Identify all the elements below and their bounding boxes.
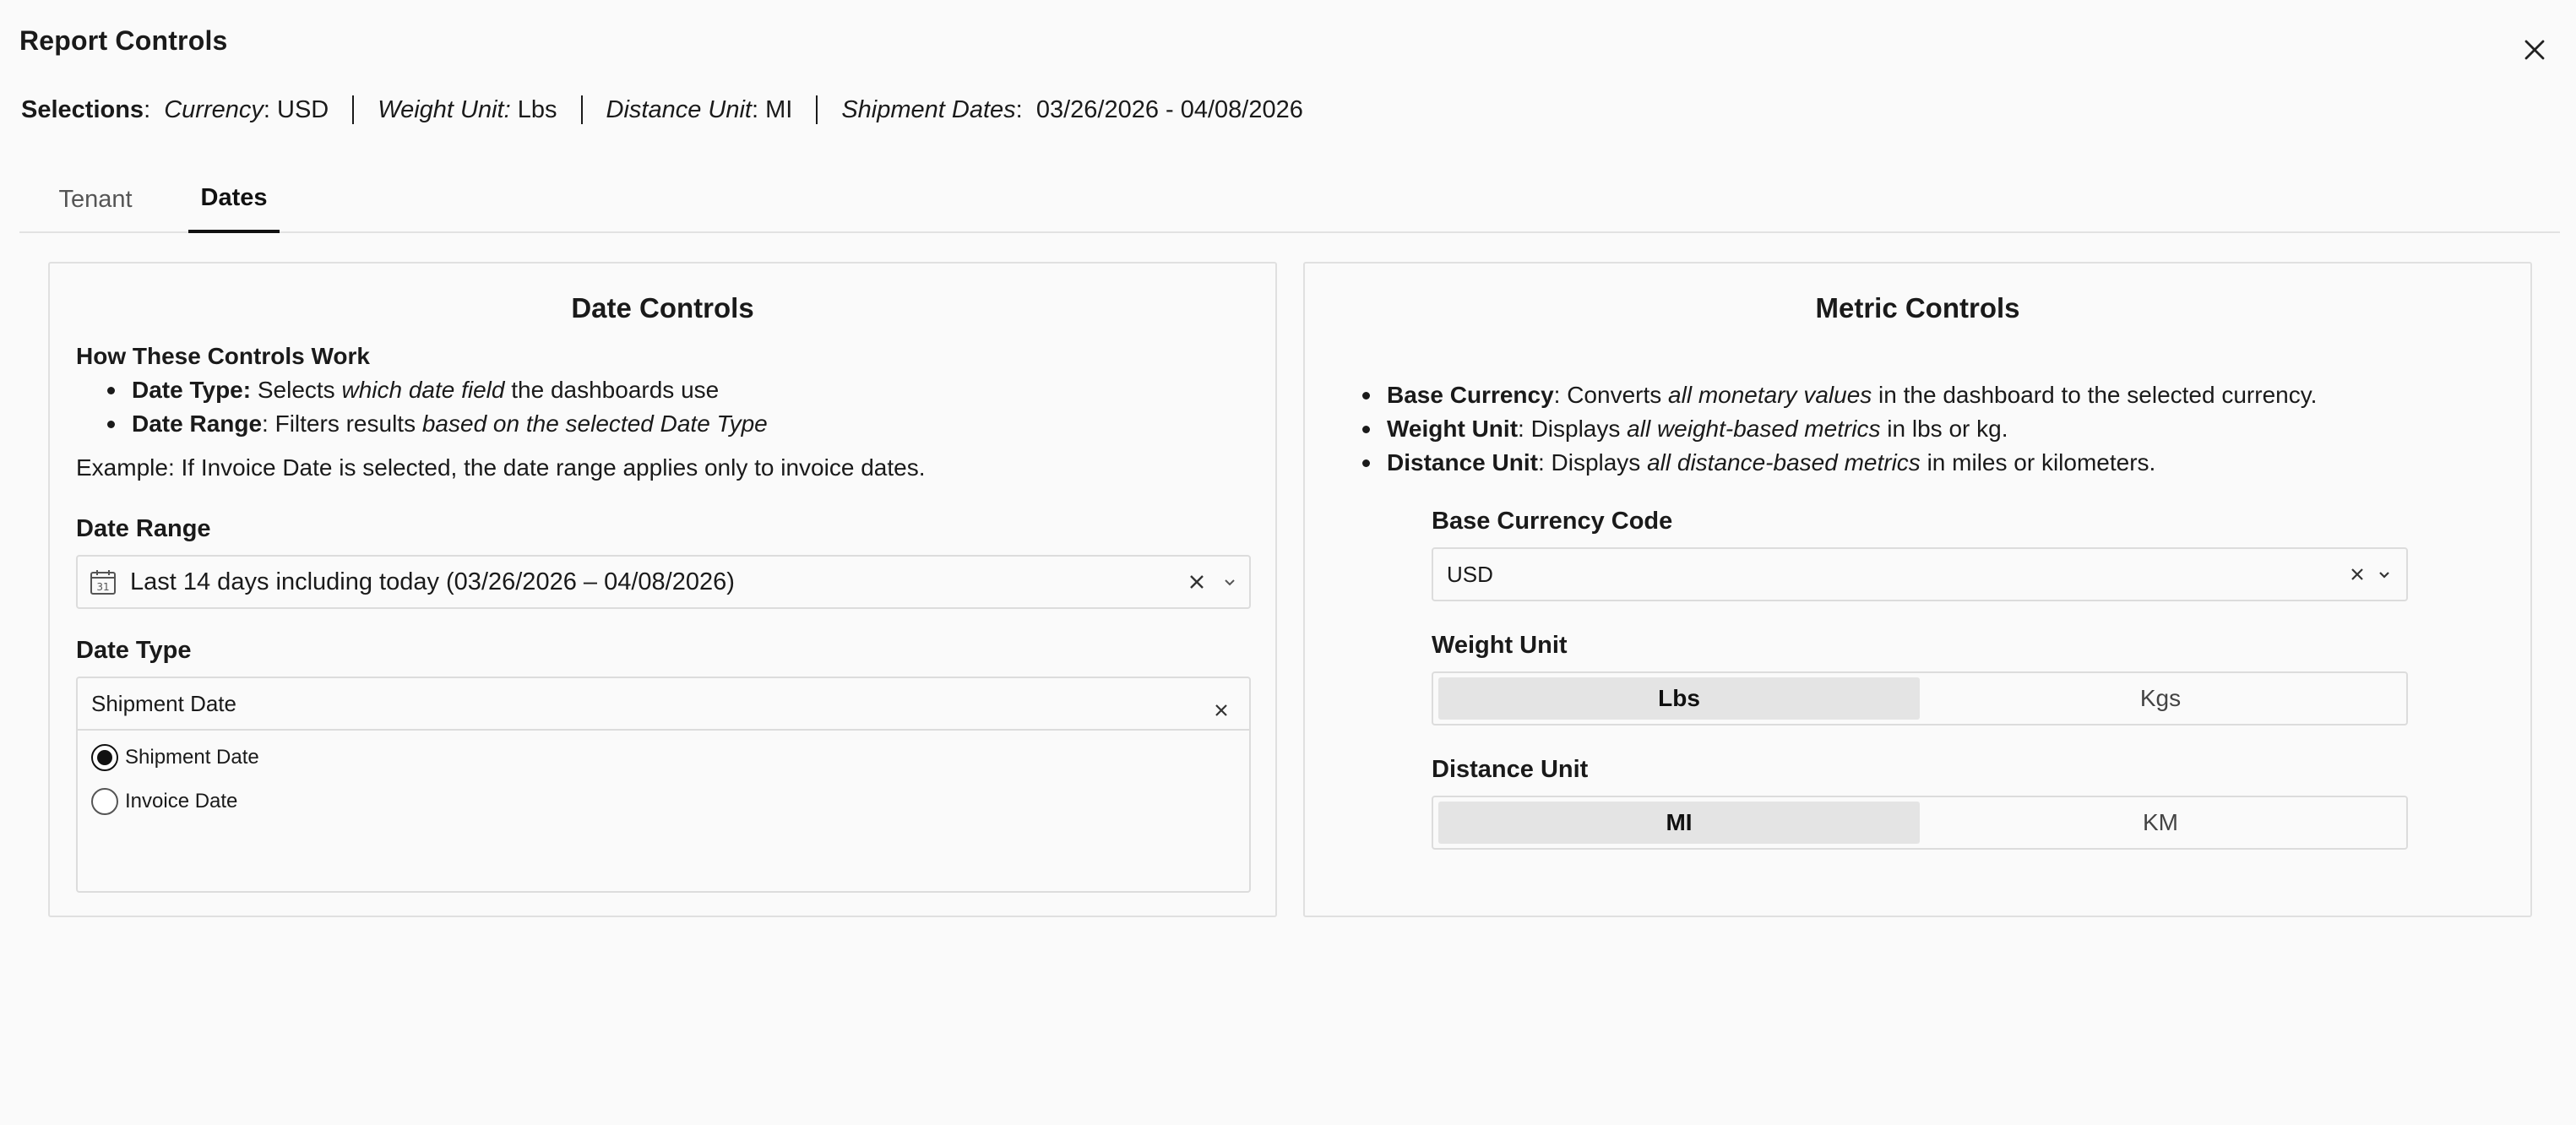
chevron-down-icon[interactable]	[2372, 549, 2396, 600]
distance-option-mi[interactable]: MI	[1438, 802, 1920, 844]
base-currency-value: USD	[1447, 561, 1493, 587]
how-heading: How These Controls Work	[76, 343, 370, 369]
divider	[352, 95, 355, 124]
radio-selected-icon[interactable]	[91, 744, 118, 771]
selections-summary: Selections: Currency: USD Weight Unit: L…	[21, 95, 1303, 124]
distance-unit-toggle: MI KM	[1432, 796, 2408, 850]
option-shipment-date[interactable]: Shipment Date	[91, 744, 259, 771]
example-text: Example: If Invoice Date is selected, th…	[76, 454, 926, 481]
close-button[interactable]	[2517, 32, 2552, 68]
weight-option-lbs[interactable]: Lbs	[1438, 677, 1920, 720]
date-range-select[interactable]: 31 Last 14 days including today (03/26/2…	[76, 555, 1251, 609]
date-controls-panel: Date Controls How These Controls Work Da…	[48, 262, 1277, 917]
selections-label: Selections	[21, 95, 144, 123]
list-item: Base Currency: Converts all monetary val…	[1359, 378, 2317, 412]
chevron-down-icon[interactable]	[1218, 557, 1242, 607]
close-icon	[2524, 40, 2545, 60]
radio-empty-icon[interactable]	[91, 788, 118, 815]
dialog-title: Report Controls	[19, 25, 228, 56]
clear-icon[interactable]	[1215, 697, 1230, 716]
clear-icon[interactable]	[1184, 557, 1209, 607]
date-range-label: Date Range	[76, 515, 211, 542]
metric-controls-panel: Metric Controls Base Currency: Converts …	[1303, 262, 2532, 917]
weight-summary-label: Weight Unit:	[378, 95, 511, 123]
currency-summary-label: Currency	[164, 95, 264, 123]
weight-summary-value: Lbs	[517, 95, 557, 123]
base-currency-select[interactable]: USD	[1432, 547, 2408, 601]
distance-unit-label: Distance Unit	[1432, 756, 1589, 783]
date-type-value: Shipment Date	[91, 690, 236, 716]
distance-summary-label: Distance Unit	[606, 95, 752, 123]
date-type-select: Shipment Date Shipment Date Invoice Date	[76, 677, 1251, 893]
weight-unit-toggle: Lbs Kgs	[1432, 671, 2408, 726]
panel-title: Metric Controls	[1815, 292, 2020, 323]
dates-summary-value: 03/26/2026 - 04/08/2026	[1035, 95, 1303, 123]
calendar-icon: 31	[90, 568, 117, 595]
svg-text:31: 31	[96, 581, 109, 593]
help-list: Date Type: Selects which date field the …	[104, 373, 768, 441]
dates-summary-label: Shipment Dates	[841, 95, 1016, 123]
clear-icon[interactable]	[2345, 549, 2369, 600]
list-item: Distance Unit: Displays all distance-bas…	[1359, 446, 2317, 480]
help-list: Base Currency: Converts all monetary val…	[1359, 378, 2317, 480]
panel-title: Date Controls	[571, 292, 754, 323]
option-invoice-date[interactable]: Invoice Date	[91, 788, 237, 815]
base-currency-label: Base Currency Code	[1432, 508, 1673, 535]
tab-bar: Tenant Dates	[19, 166, 2560, 233]
tab-dates[interactable]: Dates	[188, 166, 280, 233]
date-type-input[interactable]: Shipment Date	[78, 678, 1249, 731]
list-item: Weight Unit: Displays all weight-based m…	[1359, 412, 2317, 446]
tab-tenant[interactable]: Tenant	[19, 166, 171, 233]
list-item: Date Range: Filters results based on the…	[104, 407, 768, 441]
distance-option-km[interactable]: KM	[1920, 802, 2401, 844]
distance-summary-value: MI	[765, 95, 793, 123]
list-item: Date Type: Selects which date field the …	[104, 373, 768, 407]
weight-option-kgs[interactable]: Kgs	[1920, 677, 2401, 720]
divider	[816, 95, 818, 124]
date-type-label: Date Type	[76, 637, 192, 664]
date-range-value: Last 14 days including today (03/26/2026…	[130, 568, 735, 595]
currency-summary-value: USD	[277, 95, 329, 123]
divider	[580, 95, 583, 124]
weight-unit-label: Weight Unit	[1432, 632, 1568, 659]
